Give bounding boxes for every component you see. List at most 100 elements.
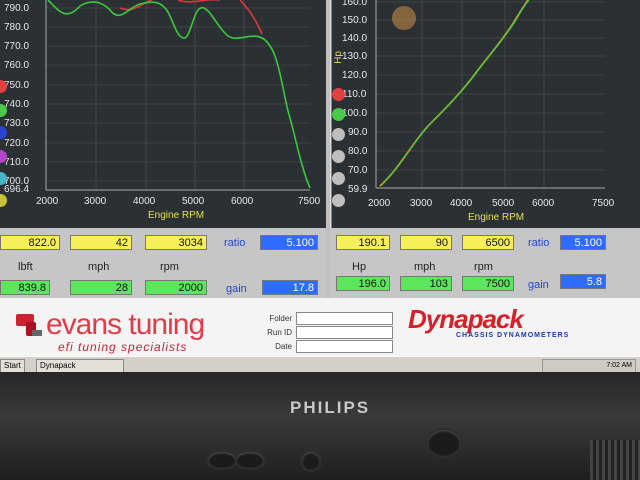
speed-cursor-field: 28: [70, 280, 132, 295]
y-tick: 740.0: [4, 99, 29, 110]
trace-gray-button[interactable]: [332, 172, 345, 185]
y-tick: 160.0: [342, 0, 367, 8]
power-graph: 160.0 150.0 140.0 130.0 120.0 110.0 100.…: [330, 0, 640, 228]
x-tick: 7500: [592, 198, 615, 209]
power-unit-label: Hp: [352, 261, 367, 273]
torque-x-axis-label: Engine RPM: [148, 210, 205, 221]
screen-glare: [392, 6, 416, 30]
date-field[interactable]: [296, 340, 393, 353]
x-tick: 5000: [182, 196, 205, 207]
trace-gray-button[interactable]: [332, 150, 345, 163]
rpm-cursor-field: 7500: [462, 276, 514, 291]
y-tick: 710.0: [4, 157, 29, 168]
runid-label: Run ID: [267, 328, 292, 337]
trace-gray-button[interactable]: [332, 194, 345, 207]
y-tick: 59.9: [348, 184, 368, 195]
monitor-menu-button[interactable]: [208, 452, 236, 468]
windows-taskbar: Start Dynapack 7:02 AM: [0, 356, 640, 372]
speed-unit-label: mph: [414, 261, 436, 273]
taskbar-app-dynapack[interactable]: Dynapack: [36, 359, 124, 372]
torque-readout-panel: 822.0 42 3034 ratio 5.100 lbft mph rpm 8…: [0, 228, 326, 298]
trace-green-button[interactable]: [332, 108, 345, 121]
folder-field[interactable]: [296, 312, 393, 325]
system-tray: 7:02 AM: [542, 359, 636, 372]
torque-unit-label: lbft: [18, 261, 33, 273]
torque-curve-green: [47, 0, 311, 189]
y-tick: 130.0: [342, 51, 367, 62]
injector-icon: [16, 314, 42, 336]
trace-red-button[interactable]: [332, 88, 345, 101]
power-value-field: 190.1: [336, 235, 390, 250]
monitor-adjust-button[interactable]: [236, 452, 264, 468]
monitor-power-button[interactable]: [428, 430, 460, 456]
ratio-label: ratio: [224, 237, 246, 249]
x-tick: 5000: [492, 198, 515, 209]
x-tick: 4000: [133, 196, 156, 207]
logo-tagline: efi tuning specialists: [58, 340, 188, 354]
torque-x-ticks: 2000 3000 4000 5000 6000 7500: [36, 196, 321, 207]
power-cursor-field: 196.0: [336, 276, 390, 291]
evans-tuning-logo: evans tuning efi tuning specialists: [12, 308, 242, 354]
rpm-unit-label: rpm: [160, 261, 179, 273]
x-tick: 2000: [368, 198, 391, 209]
x-tick: 6000: [231, 196, 254, 207]
torque-value-field: 822.0: [0, 235, 60, 250]
footer-bar: evans tuning efi tuning specialists Fold…: [0, 298, 640, 356]
dyno-screen: 790.0 780.0 770.0 760.0 750.0 740.0 730.…: [0, 0, 640, 372]
y-tick: 140.0: [342, 33, 367, 44]
ratio-field[interactable]: 5.100: [560, 235, 606, 250]
x-tick: 3000: [410, 198, 433, 209]
power-graph-svg: 160.0 150.0 140.0 130.0 120.0 110.0 100.…: [330, 0, 615, 228]
rpm-cursor-field: 2000: [145, 280, 207, 295]
speed-cursor-field: 103: [400, 276, 452, 291]
y-tick: 790.0: [4, 3, 29, 14]
y-tick: 720.0: [4, 138, 29, 149]
trace-gray-button[interactable]: [332, 128, 345, 141]
gain-field[interactable]: 5.8: [560, 274, 606, 289]
x-tick: 6000: [532, 198, 555, 209]
runid-field[interactable]: [296, 326, 393, 339]
power-y-ticks: 160.0 150.0 140.0 130.0 120.0 110.0 100.…: [342, 0, 368, 195]
y-tick: 730.0: [4, 118, 29, 129]
power-readout-panel: 190.1 90 6500 ratio 5.100 Hp mph rpm 196…: [330, 228, 640, 298]
power-x-ticks: 2000 3000 4000 5000 6000 7500: [368, 198, 615, 209]
power-x-axis-label: Engine RPM: [468, 212, 525, 223]
logo-main-text: evans tuning: [46, 308, 205, 341]
folder-label: Folder: [269, 314, 292, 323]
torque-graph-svg: 790.0 780.0 770.0 760.0 750.0 740.0 730.…: [4, 0, 321, 207]
ratio-label: ratio: [528, 237, 550, 249]
power-y-axis-label: Hp: [332, 51, 344, 64]
ratio-field[interactable]: 5.100: [260, 235, 318, 250]
start-label: Start: [4, 361, 21, 370]
date-label: Date: [275, 342, 292, 351]
x-tick: 2000: [36, 196, 59, 207]
monitor-bezel: [0, 372, 640, 480]
start-button[interactable]: Start: [0, 359, 25, 372]
y-tick: 770.0: [4, 41, 29, 52]
y-tick: 750.0: [4, 80, 29, 91]
y-tick: 120.0: [342, 70, 367, 81]
taskbar-app-label: Dynapack: [40, 361, 76, 370]
y-tick: 70.0: [348, 165, 368, 176]
monitor-select-button[interactable]: [302, 452, 320, 470]
y-tick: 80.0: [348, 146, 368, 157]
y-tick: 150.0: [342, 15, 367, 26]
rpm-value-field: 3034: [145, 235, 207, 250]
monitor-stand: [590, 440, 640, 480]
speed-value-field: 90: [400, 235, 452, 250]
x-tick: 3000: [84, 196, 107, 207]
y-tick: 110.0: [342, 89, 367, 100]
monitor-brand: PHILIPS: [290, 398, 371, 417]
speed-value-field: 42: [70, 235, 132, 250]
rpm-value-field: 6500: [462, 235, 514, 250]
rpm-unit-label: rpm: [474, 261, 493, 273]
y-tick: 780.0: [4, 22, 29, 33]
dynapack-tagline: CHASSIS DYNAMOMETERS: [456, 332, 570, 339]
torque-y-ticks: 790.0 780.0 770.0 760.0 750.0 740.0 730.…: [4, 3, 29, 195]
y-tick: 100.0: [342, 108, 367, 119]
gain-field[interactable]: 17.8: [262, 280, 318, 295]
y-tick: 696.4: [4, 184, 29, 195]
tray-clock: 7:02 AM: [606, 362, 632, 369]
x-tick: 4000: [450, 198, 473, 209]
speed-unit-label: mph: [88, 261, 110, 273]
